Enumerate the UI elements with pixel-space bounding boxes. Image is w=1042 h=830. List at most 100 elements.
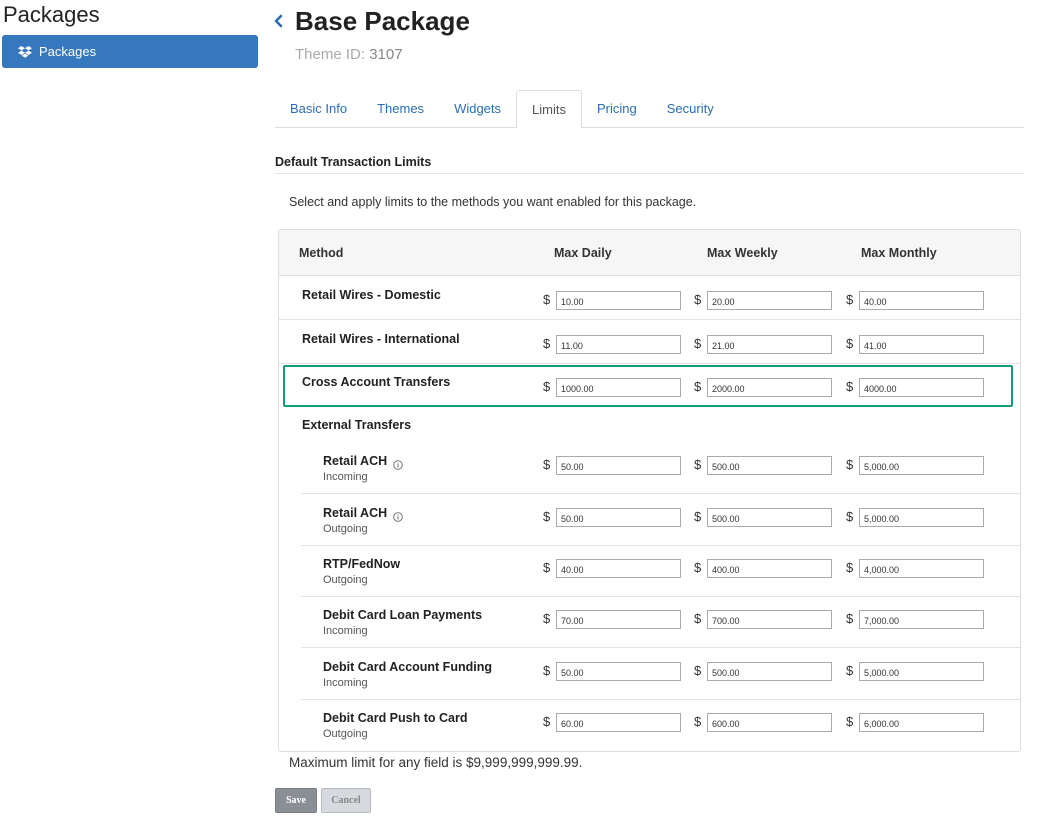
sub-row-4-max-daily-input[interactable] bbox=[556, 662, 681, 681]
theme-id-label: Theme ID: bbox=[295, 46, 366, 63]
currency-symbol: $ bbox=[543, 663, 551, 678]
cancel-button[interactable]: Cancel bbox=[321, 788, 371, 813]
sub-row-3-max-daily-input[interactable] bbox=[556, 610, 681, 629]
theme-id-value: 3107 bbox=[369, 46, 403, 63]
sub-row-5-max-monthly-input[interactable] bbox=[859, 713, 984, 732]
row-1-max-monthly-input[interactable] bbox=[859, 335, 984, 354]
tab-security[interactable]: Security bbox=[652, 90, 729, 128]
sub-row-4-max-monthly-input[interactable] bbox=[859, 662, 984, 681]
info-icon[interactable] bbox=[393, 509, 403, 522]
row-0-max-weekly-input[interactable] bbox=[707, 291, 832, 310]
currency-symbol: $ bbox=[694, 560, 702, 575]
row-divider bbox=[301, 699, 1020, 700]
table-row-direction: Outgoing bbox=[323, 523, 368, 535]
sub-row-2-max-daily-input[interactable] bbox=[556, 559, 681, 578]
table-row-label: Retail ACH bbox=[323, 454, 388, 468]
currency-symbol: $ bbox=[694, 292, 702, 307]
section-description: Select and apply limits to the methods y… bbox=[289, 195, 697, 209]
sub-row-1-max-daily-input[interactable] bbox=[556, 508, 681, 527]
currency-symbol: $ bbox=[846, 336, 854, 351]
info-icon[interactable] bbox=[393, 457, 403, 470]
sub-row-3-max-monthly-input[interactable] bbox=[859, 610, 984, 629]
row-divider bbox=[279, 363, 1020, 364]
section-divider bbox=[275, 173, 1024, 174]
table-row-label: Retail ACH bbox=[323, 506, 388, 520]
sub-row-5-max-daily-input[interactable] bbox=[556, 713, 681, 732]
highlight-box bbox=[283, 365, 1013, 407]
max-limit-note: Maximum limit for any field is $9,999,99… bbox=[289, 755, 583, 770]
sub-row-2-max-weekly-input[interactable] bbox=[707, 559, 832, 578]
sub-row-2-max-monthly-input[interactable] bbox=[859, 559, 984, 578]
currency-symbol: $ bbox=[694, 714, 702, 729]
sub-row-5-max-weekly-input[interactable] bbox=[707, 713, 832, 732]
header-max-weekly: Max Weekly bbox=[707, 246, 778, 260]
header-max-daily: Max Daily bbox=[554, 246, 612, 260]
row-divider bbox=[301, 596, 1020, 597]
sidebar-item-label: Packages bbox=[39, 44, 97, 59]
row-divider bbox=[301, 647, 1020, 648]
back-chevron-icon[interactable] bbox=[274, 12, 284, 33]
currency-symbol: $ bbox=[694, 336, 702, 351]
table-row-label: RTP/FedNow bbox=[323, 557, 401, 571]
row-0-max-daily-input[interactable] bbox=[556, 291, 681, 310]
row-divider bbox=[301, 545, 1020, 546]
sidebar-title: Packages bbox=[3, 2, 100, 27]
page-title: Base Package bbox=[295, 6, 470, 36]
row-divider bbox=[301, 493, 1020, 494]
currency-symbol: $ bbox=[846, 457, 854, 472]
tab-pricing[interactable]: Pricing bbox=[582, 90, 652, 128]
sub-row-4-max-weekly-input[interactable] bbox=[707, 662, 832, 681]
currency-symbol: $ bbox=[543, 714, 551, 729]
currency-symbol: $ bbox=[694, 457, 702, 472]
table-row-direction: Outgoing bbox=[323, 728, 368, 740]
currency-symbol: $ bbox=[543, 336, 551, 351]
table-row-direction: Incoming bbox=[323, 471, 368, 483]
table-row-label: Retail Wires - International bbox=[302, 332, 460, 346]
tab-bar: Basic Info Themes Widgets Limits Pricing… bbox=[275, 90, 1024, 129]
header-method: Method bbox=[299, 246, 344, 260]
sub-row-0-max-weekly-input[interactable] bbox=[707, 456, 832, 475]
table-row-direction: Incoming bbox=[323, 677, 368, 689]
currency-symbol: $ bbox=[694, 663, 702, 678]
table-row-label: Debit Card Push to Card bbox=[323, 711, 468, 725]
currency-symbol: $ bbox=[543, 457, 551, 472]
dropbox-icon bbox=[18, 45, 32, 59]
currency-symbol: $ bbox=[846, 560, 854, 575]
currency-symbol: $ bbox=[846, 663, 854, 678]
sub-row-1-max-monthly-input[interactable] bbox=[859, 508, 984, 527]
tab-limits[interactable]: Limits bbox=[516, 90, 582, 129]
table-row-label: Debit Card Account Funding bbox=[323, 660, 492, 674]
row-1-max-daily-input[interactable] bbox=[556, 335, 681, 354]
tab-themes[interactable]: Themes bbox=[362, 90, 439, 128]
currency-symbol: $ bbox=[846, 509, 854, 524]
currency-symbol: $ bbox=[543, 292, 551, 307]
sidebar-item-packages[interactable]: Packages bbox=[2, 35, 258, 68]
table-row-direction: Outgoing bbox=[323, 574, 368, 586]
sub-row-1-max-weekly-input[interactable] bbox=[707, 508, 832, 527]
currency-symbol: $ bbox=[543, 509, 551, 524]
sub-row-0-max-daily-input[interactable] bbox=[556, 456, 681, 475]
currency-symbol: $ bbox=[846, 611, 854, 626]
row-0-max-monthly-input[interactable] bbox=[859, 291, 984, 310]
row-1-max-weekly-input[interactable] bbox=[707, 335, 832, 354]
save-button[interactable]: Save bbox=[275, 788, 317, 813]
group-label-external-transfers: External Transfers bbox=[302, 418, 412, 432]
sub-row-0-max-monthly-input[interactable] bbox=[859, 456, 984, 475]
tab-widgets[interactable]: Widgets bbox=[439, 90, 516, 128]
section-title: Default Transaction Limits bbox=[275, 155, 432, 169]
table-row-direction: Incoming bbox=[323, 625, 368, 637]
header-max-monthly: Max Monthly bbox=[861, 246, 937, 260]
currency-symbol: $ bbox=[543, 560, 551, 575]
limits-table: Method Max Daily Max Weekly Max Monthly … bbox=[278, 229, 1021, 752]
row-divider bbox=[279, 319, 1020, 320]
currency-symbol: $ bbox=[846, 292, 854, 307]
tab-basic-info[interactable]: Basic Info bbox=[275, 90, 362, 128]
sub-row-3-max-weekly-input[interactable] bbox=[707, 610, 832, 629]
table-header: Method Max Daily Max Weekly Max Monthly bbox=[279, 230, 1020, 276]
table-row-label: Retail Wires - Domestic bbox=[302, 288, 441, 302]
currency-symbol: $ bbox=[846, 714, 854, 729]
table-row-label: Debit Card Loan Payments bbox=[323, 608, 483, 622]
currency-symbol: $ bbox=[543, 611, 551, 626]
currency-symbol: $ bbox=[694, 611, 702, 626]
theme-id: Theme ID: 3107 bbox=[295, 46, 403, 63]
